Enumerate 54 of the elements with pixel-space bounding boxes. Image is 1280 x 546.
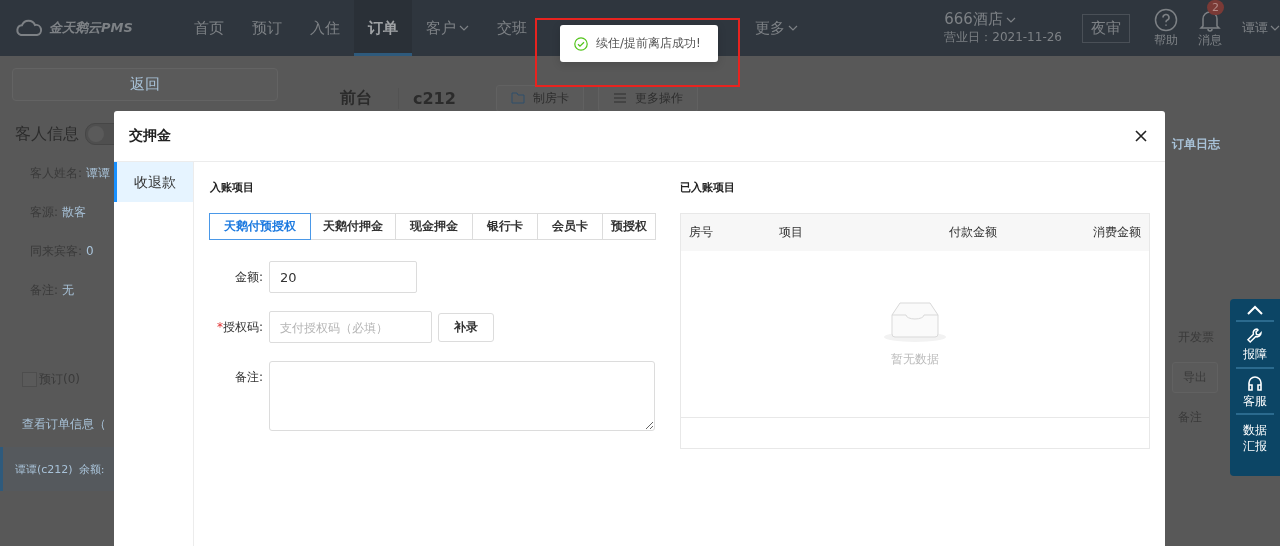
wrench-icon (1246, 327, 1264, 345)
column-header: 房号 (689, 224, 714, 241)
toolbar-item[interactable]: 报障 (1236, 322, 1274, 369)
dialog-menu-item[interactable]: 收退款 (114, 162, 193, 202)
user-menu[interactable]: 谭谭 (1242, 19, 1280, 37)
nav-tab[interactable]: 交班 (483, 0, 541, 56)
column-header: 付款金额 (949, 224, 998, 241)
empty-message: 暂无数据 (891, 350, 939, 368)
unread-badge: 2 (1207, 0, 1224, 15)
payment-tab[interactable]: 天鹅付押金 (310, 213, 396, 240)
back-button[interactable]: 返回 (12, 68, 278, 101)
amount-field[interactable]: 20 (269, 261, 417, 293)
nav-tab[interactable]: 订单 (354, 0, 412, 56)
cloud-logo-icon (15, 19, 43, 37)
order-log-link[interactable]: 订单日志 (1172, 136, 1220, 153)
nav-tab[interactable]: 预订 (238, 0, 296, 56)
note-field[interactable] (269, 361, 655, 431)
column-header: 项目 (779, 224, 804, 241)
toolbar-item[interactable]: 数据汇报 (1236, 415, 1274, 459)
close-button[interactable] (1133, 128, 1149, 144)
section-title: 已入账项目 (680, 180, 736, 195)
hotel-selector[interactable]: 666酒店 (944, 10, 1062, 29)
help-icon[interactable] (1154, 7, 1178, 32)
headset-icon (1246, 373, 1264, 392)
chevron-down-icon (1270, 25, 1280, 31)
nav-tab[interactable]: 首页 (180, 0, 238, 56)
payment-tab[interactable]: 天鹅付预授权 (209, 213, 311, 240)
messages-label: 消息 (1198, 31, 1222, 49)
logo-text: 金天鹅云PMS (49, 19, 133, 37)
check-circle-icon (574, 36, 588, 51)
payment-tab[interactable]: 预授权 (602, 213, 656, 240)
auth-code-field[interactable]: 支付授权码（必填） (269, 311, 432, 343)
night-audit-button[interactable]: 夜审 (1082, 13, 1130, 43)
supplement-button[interactable]: 补录 (438, 312, 494, 342)
toast-message: 续住/提前离店成功! (596, 35, 701, 52)
help-label: 帮助 (1154, 31, 1178, 49)
business-day: 营业日：2021-11-26 (944, 29, 1062, 46)
empty-inbox-icon (883, 300, 947, 343)
folder-icon (510, 92, 525, 104)
dialog-title: 交押金 (129, 127, 171, 145)
toolbar-item[interactable]: 客服 (1236, 368, 1274, 416)
payment-tab[interactable]: 现金押金 (395, 213, 473, 240)
field-label: 备注: (233, 369, 263, 386)
nav-tab[interactable]: 入住 (296, 0, 354, 56)
chevron-up-icon (1246, 304, 1264, 316)
field-label: *授权码: (215, 318, 263, 336)
column-header: 消费金额 (1092, 224, 1141, 241)
section-title: 入账项目 (210, 180, 255, 195)
field-label: 金额: (233, 268, 263, 286)
chevron-down-icon (1005, 16, 1016, 23)
payment-tab[interactable]: 银行卡 (472, 213, 538, 240)
nav-tab[interactable]: 更多 (741, 0, 812, 56)
payment-tab[interactable]: 会员卡 (537, 213, 603, 240)
nav-tab[interactable]: 客户 (412, 0, 483, 56)
